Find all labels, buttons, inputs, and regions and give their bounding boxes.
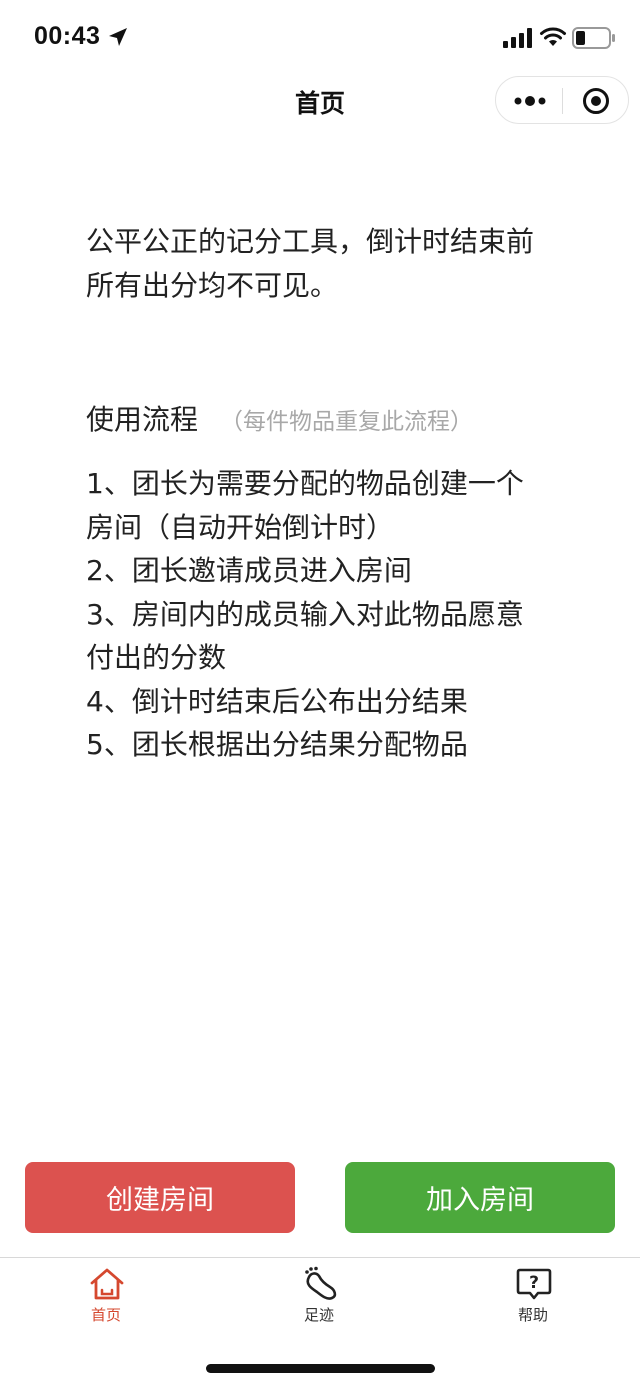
usage-title: 使用流程 xyxy=(86,403,199,436)
step-line: 付出的分数 xyxy=(86,641,227,674)
footprint-icon xyxy=(305,1266,337,1300)
nav-bar: 首页 xyxy=(0,76,640,124)
step-line: 2、团长邀请成员进入房间 xyxy=(86,554,412,587)
help-icon: ? xyxy=(516,1268,552,1300)
intro-line: 公平公正的记分工具，倒计时结束前 xyxy=(86,225,535,258)
usage-steps: 1、团长为需要分配的物品创建一个 房间（自动开始倒计时） 2、团长邀请成员进入房… xyxy=(86,462,576,767)
intro-line: 所有出分均不可见。 xyxy=(86,269,339,302)
usage-note: （每件物品重复此流程） xyxy=(220,409,474,435)
close-miniapp-icon[interactable] xyxy=(582,87,610,115)
location-arrow-icon xyxy=(109,28,127,46)
tab-home-label: 首页 xyxy=(90,1306,121,1324)
usage-header: 使用流程 （每件物品重复此流程） xyxy=(86,398,576,438)
home-indicator[interactable] xyxy=(206,1364,435,1373)
tab-home[interactable]: 首页 xyxy=(46,1258,166,1328)
step-line: 5、团长根据出分结果分配物品 xyxy=(86,728,468,761)
status-bar: 00:43 xyxy=(0,0,640,78)
svg-text:?: ? xyxy=(529,1273,539,1293)
cellular-signal-icon xyxy=(503,28,532,48)
step-line: 4、倒计时结束后公布出分结果 xyxy=(86,684,468,718)
intro-text: 公平公正的记分工具，倒计时结束前 所有出分均不可见。 xyxy=(86,220,576,308)
tab-footprint-label: 足迹 xyxy=(303,1306,334,1324)
home-icon xyxy=(90,1268,124,1300)
step-line: 3、房间内的成员输入对此物品愿意 xyxy=(86,597,524,631)
capsule-divider xyxy=(562,88,563,114)
join-room-button[interactable]: 加入房间 xyxy=(345,1162,615,1233)
screen: 00:43 首页 公平公正的记分工具，倒计时结束前 所有出分均不可见。 使用流程… xyxy=(0,0,640,1385)
tab-footprint[interactable]: 足迹 xyxy=(259,1258,379,1328)
main-content: 公平公正的记分工具，倒计时结束前 所有出分均不可见。 使用流程 （每件物品重复此… xyxy=(86,220,576,767)
wifi-icon xyxy=(540,27,566,46)
create-room-button[interactable]: 创建房间 xyxy=(25,1162,295,1233)
miniapp-capsule xyxy=(495,76,629,124)
tab-help[interactable]: ? 帮助 xyxy=(473,1258,593,1328)
battery-icon xyxy=(572,27,615,49)
more-icon[interactable] xyxy=(510,89,550,113)
step-line: 房间（自动开始倒计时） xyxy=(86,510,395,544)
tab-help-label: 帮助 xyxy=(517,1306,548,1324)
status-time: 00:43 xyxy=(34,22,101,50)
step-line: 1、团长为需要分配的物品创建一个 xyxy=(86,467,524,500)
